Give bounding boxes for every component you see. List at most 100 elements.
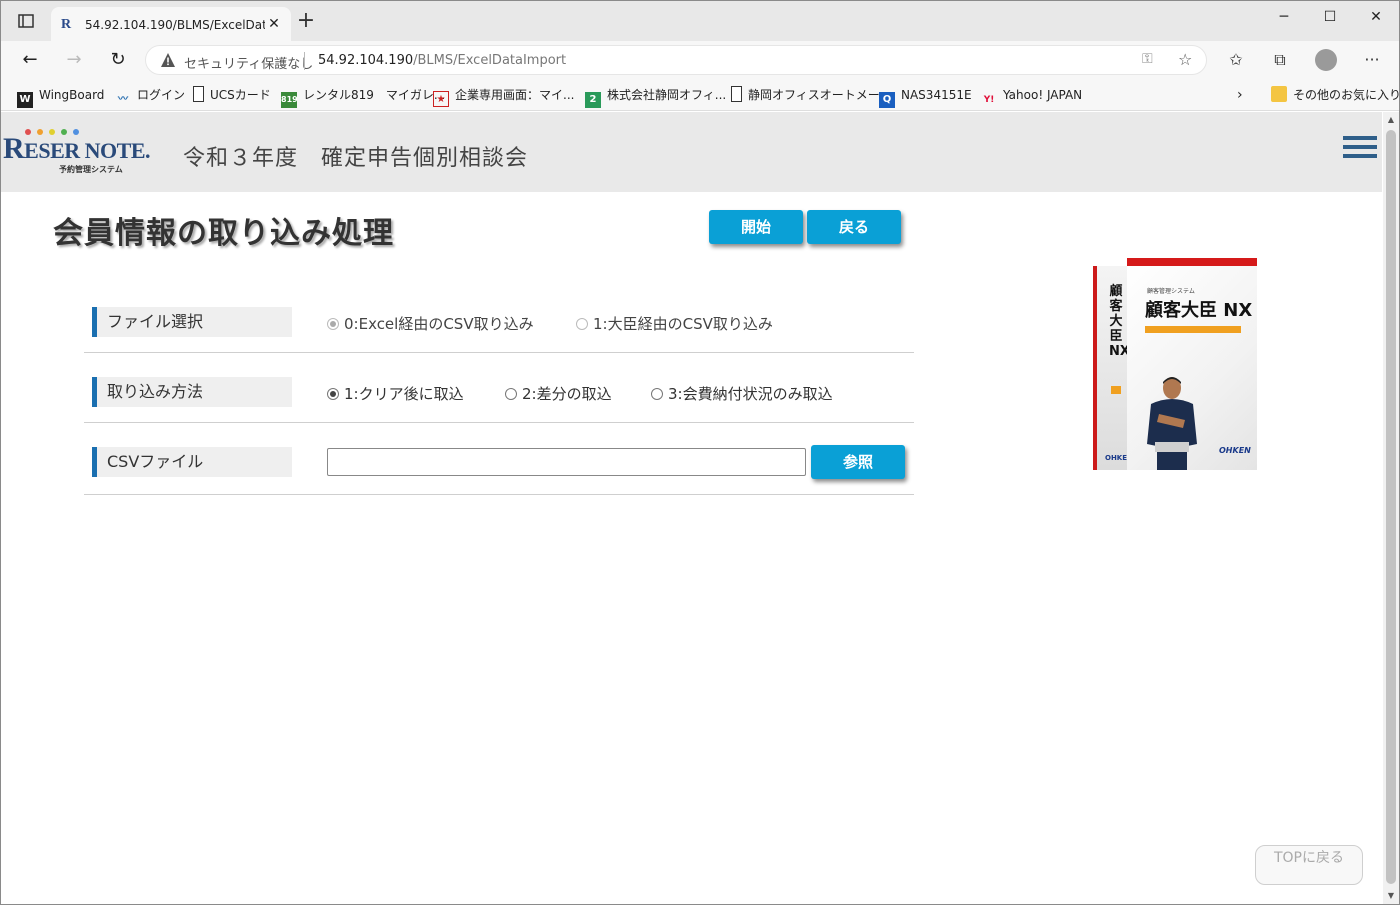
tab-actions-icon[interactable] bbox=[9, 11, 43, 33]
url-path: /BLMS/ExcelDataImport bbox=[413, 53, 567, 68]
tab-title: 54.92.104.190/BLMS/ExcelDataIm bbox=[85, 18, 265, 32]
import-method-row: 取り込み方法 1:クリア後に取込 2:差分の取込 3:会費納付状況のみ取込 bbox=[84, 353, 914, 423]
site-favicon-icon: R bbox=[61, 17, 72, 32]
radio-label: 3:会費納付状況のみ取込 bbox=[668, 385, 833, 403]
rental-icon: 819 bbox=[281, 92, 298, 108]
page-scrollbar[interactable]: ▲ ▼ bbox=[1383, 112, 1399, 904]
collections-icon[interactable]: ⧉ bbox=[1269, 49, 1291, 71]
radio-daijin-csv[interactable]: 1:大臣経由のCSV取り込み bbox=[576, 315, 773, 333]
radio-label: 1:大臣経由のCSV取り込み bbox=[593, 315, 773, 333]
product-box-image: 顧客大臣NX OHKEN 顧客管理システム 顧客大臣 NX OHKEN bbox=[1093, 258, 1257, 474]
address-toolbar: ← → ↻ セキュリティ保護なし 54.92.104.190/BLMS/Exce… bbox=[1, 41, 1399, 79]
import-method-label: 取り込み方法 bbox=[92, 377, 292, 407]
back-button[interactable]: 戻る bbox=[807, 210, 901, 244]
bookmark-ucs[interactable]: UCSカード bbox=[193, 86, 271, 104]
window-close-icon[interactable]: ✕ bbox=[1353, 5, 1399, 29]
csv-file-label: CSVファイル bbox=[92, 447, 292, 477]
yahoo-icon: Y! bbox=[983, 95, 995, 105]
office-icon: 2 bbox=[585, 92, 601, 108]
logo-subtitle: 予約管理システム bbox=[59, 165, 123, 174]
logo-brand: RESER NOTE. bbox=[3, 132, 150, 165]
header-title: 令和３年度 確定申告個別相談会 bbox=[183, 146, 529, 171]
product-bar bbox=[1145, 326, 1241, 333]
nas-icon: Q bbox=[879, 92, 895, 108]
forward-arrow-icon[interactable]: → bbox=[63, 49, 85, 71]
radio-excel-csv[interactable]: 0:Excel経由のCSV取り込み bbox=[327, 315, 534, 333]
radio-circle-icon bbox=[327, 318, 339, 330]
scroll-down-icon[interactable]: ▼ bbox=[1383, 888, 1399, 904]
minimize-icon[interactable]: ─ bbox=[1261, 5, 1307, 29]
page-icon bbox=[731, 86, 742, 102]
web-page: RESER NOTE. 予約管理システム 令和３年度 確定申告個別相談会 会員情… bbox=[1, 112, 1382, 904]
start-button[interactable]: 開始 bbox=[709, 210, 803, 244]
bookmark-login[interactable]: 〰ログイン bbox=[115, 86, 186, 105]
browser-tab[interactable]: R 54.92.104.190/BLMS/ExcelDataIm ✕ bbox=[51, 7, 291, 41]
page-title: 会員情報の取り込み処理 bbox=[53, 216, 394, 251]
password-key-icon[interactable]: ⚿ bbox=[1142, 51, 1153, 67]
reser-note-logo[interactable]: RESER NOTE. 予約管理システム bbox=[3, 122, 150, 178]
security-status[interactable]: セキュリティ保護なし bbox=[184, 53, 313, 72]
bookmark-rental819[interactable]: 819 レンタル819 マイガレ... bbox=[281, 86, 446, 108]
browser-window: R 54.92.104.190/BLMS/ExcelDataIm ✕ + ─ ☐… bbox=[0, 0, 1400, 905]
folder-icon bbox=[1271, 86, 1287, 102]
bookmark-yahoo[interactable]: Y! Yahoo! JAPAN bbox=[981, 86, 1083, 105]
more-menu-icon[interactable]: ··· bbox=[1361, 49, 1383, 71]
logo-dots bbox=[25, 124, 95, 135]
tab-close-icon[interactable]: ✕ bbox=[265, 15, 283, 33]
bookmark-label: 株式会社静岡オフィ... bbox=[607, 88, 727, 102]
new-tab-icon[interactable]: + bbox=[295, 10, 317, 33]
warning-icon[interactable] bbox=[160, 52, 176, 68]
address-bar[interactable]: セキュリティ保護なし 54.92.104.190/BLMS/ExcelDataI… bbox=[145, 45, 1207, 75]
scroll-thumb[interactable] bbox=[1386, 130, 1396, 884]
radio-circle-icon bbox=[576, 318, 588, 330]
radio-label: 0:Excel経由のCSV取り込み bbox=[344, 315, 534, 333]
hamburger-menu-icon[interactable] bbox=[1343, 136, 1377, 162]
browse-button[interactable]: 参照 bbox=[811, 445, 905, 479]
product-side-strip bbox=[1111, 386, 1121, 394]
radio-circle-icon bbox=[327, 388, 339, 400]
radio-diff-import[interactable]: 2:差分の取込 bbox=[505, 385, 612, 403]
radio-circle-icon bbox=[651, 388, 663, 400]
bookmark-label: UCSカード bbox=[210, 88, 271, 102]
maximize-icon[interactable]: ☐ bbox=[1307, 5, 1353, 29]
bookmark-label: 静岡オフィスオートメー... bbox=[748, 88, 892, 102]
profile-avatar[interactable] bbox=[1315, 49, 1337, 71]
bookmark-shizuoka-office[interactable]: 2 株式会社静岡オフィ... bbox=[585, 86, 727, 108]
add-favorite-icon[interactable]: ☆ bbox=[1178, 50, 1192, 69]
chevron-right-icon[interactable]: › bbox=[1237, 86, 1243, 104]
bookmarks-bar: W WingBoard 〰ログイン UCSカード 819 レンタル819 マイガレ.… bbox=[1, 79, 1399, 111]
back-arrow-icon[interactable]: ← bbox=[19, 49, 41, 71]
back-to-top-button[interactable]: TOPに戻る bbox=[1255, 845, 1363, 885]
other-bookmarks[interactable]: その他のお気に入り bbox=[1271, 86, 1400, 104]
bookmark-wingboard[interactable]: W WingBoard bbox=[17, 86, 105, 108]
bookmark-label: Yahoo! JAPAN bbox=[1003, 88, 1083, 102]
bookmark-label: WingBoard bbox=[39, 88, 105, 102]
product-small-text: 顧客管理システム bbox=[1147, 288, 1195, 295]
product-box-side: 顧客大臣NX OHKEN bbox=[1093, 266, 1133, 470]
character-illustration bbox=[1147, 377, 1197, 470]
file-select-row: ファイル選択 0:Excel経由のCSV取り込み 1:大臣経由のCSV取り込み bbox=[84, 283, 914, 353]
radio-label: 2:差分の取込 bbox=[522, 385, 612, 403]
wingboard-icon: W bbox=[17, 92, 33, 108]
radio-fee-status-import[interactable]: 3:会費納付状況のみ取込 bbox=[651, 385, 833, 403]
favorites-icon[interactable]: ✩ bbox=[1225, 49, 1247, 71]
bookmark-label: 企業専用画面：マイ... bbox=[455, 88, 575, 102]
bookmark-label: ログイン bbox=[137, 88, 186, 102]
radio-clear-import[interactable]: 1:クリア後に取込 bbox=[327, 385, 464, 403]
bookmark-nas[interactable]: Q NAS34151E bbox=[879, 86, 972, 108]
scroll-up-icon[interactable]: ▲ bbox=[1383, 112, 1399, 128]
csv-file-input[interactable] bbox=[327, 448, 806, 476]
csv-file-row: CSVファイル 参照 bbox=[84, 423, 914, 495]
bookmark-office-automation[interactable]: 静岡オフィスオートメー... bbox=[731, 86, 891, 104]
refresh-icon[interactable]: ↻ bbox=[107, 49, 129, 71]
product-box-front: 顧客管理システム 顧客大臣 NX OHKEN bbox=[1127, 258, 1257, 470]
file-select-label: ファイル選択 bbox=[92, 307, 292, 337]
bookmark-label: その他のお気に入り bbox=[1293, 88, 1400, 102]
radio-label: 1:クリア後に取込 bbox=[344, 385, 464, 403]
product-front-maker: OHKEN bbox=[1219, 446, 1251, 455]
bookmark-label: NAS34151E bbox=[901, 88, 972, 102]
bookmark-corporate[interactable]: ★ 企業専用画面：マイ... bbox=[433, 86, 575, 107]
url-text[interactable]: 54.92.104.190/BLMS/ExcelDataImport bbox=[318, 53, 566, 68]
bookmark-label: レンタル819 マイガレ... bbox=[303, 88, 446, 102]
radio-circle-icon bbox=[505, 388, 517, 400]
